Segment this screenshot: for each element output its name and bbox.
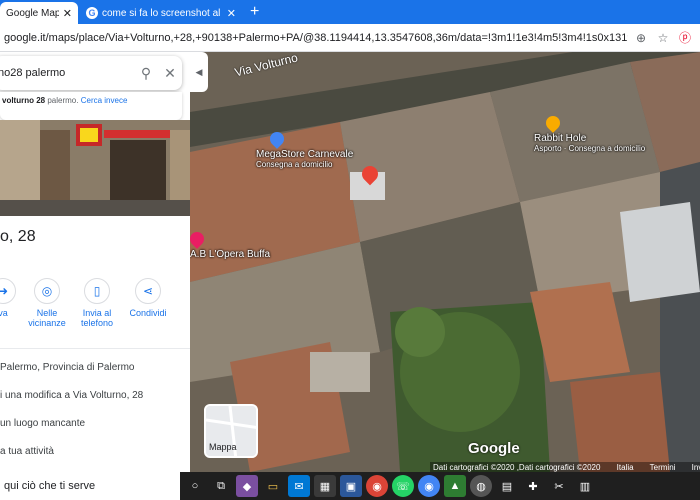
app-icon[interactable]: ◆ (236, 475, 258, 497)
hotel-pin-icon (190, 229, 207, 249)
url-host: google.it (4, 31, 46, 44)
tab-google-maps[interactable]: Google Maps ✕ (0, 2, 78, 24)
mail-icon[interactable]: ✉ (288, 475, 310, 497)
whatsapp-icon[interactable]: ☏ (392, 475, 414, 497)
map-layer-toggle[interactable]: Mappa (204, 404, 258, 458)
share-icon: ⋖ (135, 278, 161, 304)
close-icon[interactable]: ✕ (63, 7, 72, 20)
suggest-edit-row[interactable]: i una modifica a Via Volturno, 28 (0, 390, 143, 401)
action-label: Condividi (129, 308, 167, 318)
search-suggestion: volturno 28 palermo. Cerca invece (0, 92, 182, 120)
poi-megastore[interactable]: MegaStore Carnevale Consegna a domicilio (256, 129, 354, 169)
suggestion-text: palermo. (45, 96, 79, 105)
tab-screenshot-search[interactable]: G come si fa lo screenshot al comp ✕ (80, 2, 242, 24)
food-pin-icon (543, 113, 563, 133)
map-attribution: Dati cartografici ©2020 ,Dati cartografi… (430, 462, 700, 472)
nearby-button[interactable]: ◎ Nelle vicinanze (22, 278, 72, 328)
attribution-text: Dati cartografici ©2020 ,Dati cartografi… (433, 463, 601, 472)
layer-label: Mappa (209, 442, 237, 452)
search-input[interactable]: no28 palermo (0, 67, 134, 79)
file-explorer-icon[interactable]: ▭ (262, 475, 284, 497)
bookmark-star-icon[interactable]: ☆ (654, 29, 672, 47)
poi-sub: Consegna a domicilio (256, 160, 333, 169)
url-path: /maps/place/Via+Volturno,+28,+90138+Pale… (45, 31, 628, 44)
tray-icon[interactable]: ▥ (574, 475, 596, 497)
search-icon[interactable]: ⚲ (134, 65, 158, 82)
send-to-phone-button[interactable]: ▯ Invia al telefono (72, 278, 122, 328)
poi-opera-buffa[interactable]: A.B L'Opera Buffa (190, 229, 271, 260)
divider (0, 348, 190, 349)
google-favicon-icon: G (86, 7, 98, 19)
search-box[interactable]: no28 palermo ⚲ ✕ (0, 56, 182, 90)
add-missing-place-row[interactable]: un luogo mancante (0, 418, 85, 429)
satellite-imagery (190, 52, 700, 472)
share-button[interactable]: ⋖ Condividi (123, 278, 173, 318)
store-icon[interactable]: ▦ (314, 475, 336, 497)
poi-name: MegaStore Carnevale (256, 149, 354, 160)
taskbar-search-input[interactable]: qui ciò che ti serve (0, 472, 180, 500)
close-icon[interactable]: ✕ (227, 7, 236, 20)
pinterest-icon[interactable]: ⓟ (676, 29, 694, 47)
photos-icon[interactable]: ▣ (340, 475, 362, 497)
tray-icon[interactable]: ▤ (496, 475, 518, 497)
poi-name: Rabbit Hole (534, 133, 587, 144)
browser-icon[interactable]: ◍ (470, 475, 492, 497)
chrome-icon[interactable]: ◉ (366, 475, 388, 497)
street-photo (0, 120, 190, 216)
place-photo[interactable] (0, 120, 190, 216)
satellite-map[interactable]: ◀ Via Volturno MegaStore Carnevale Conse… (190, 52, 700, 472)
translate-icon[interactable]: ⊕ (632, 29, 650, 47)
close-icon[interactable]: ✕ (158, 65, 182, 82)
place-actions: ➜ va ◎ Nelle vicinanze ▯ Invia al telefo… (0, 278, 190, 338)
shield-icon[interactable]: ▲ (444, 475, 466, 497)
tray-icon[interactable]: ✚ (522, 475, 544, 497)
url-field[interactable]: google.it/maps/place/Via+Volturno,+28,+9… (0, 32, 628, 44)
send-to-phone-icon: ▯ (84, 278, 110, 304)
taskbar: qui ciò che ti serve ○ ⧉ ◆ ▭ ✉ ▦ ▣ ◉ ☏ ◉… (0, 472, 700, 500)
address-row[interactable]: Palermo, Provincia di Palermo (0, 362, 135, 373)
new-tab-button[interactable]: + (250, 2, 259, 22)
google-logo: Google (468, 440, 520, 457)
search-instead-link[interactable]: Cerca invece (81, 96, 128, 105)
tab-label: Google Maps (6, 7, 59, 19)
suggestion-bold: volturno 28 (2, 96, 46, 105)
directions-icon: ➜ (0, 278, 16, 304)
address-bar: google.it/maps/place/Via+Volturno,+28,+9… (0, 24, 700, 52)
action-label: va (0, 308, 8, 318)
task-view-icon[interactable]: ⧉ (210, 475, 232, 497)
tray-icon[interactable]: ✂ (548, 475, 570, 497)
action-label: Invia al telefono (80, 308, 114, 328)
poi-rabbit-hole[interactable]: Rabbit Hole Asporto · Consegna a domicil… (534, 113, 646, 153)
collapse-panel-button[interactable]: ◀ (190, 52, 208, 92)
country-link[interactable]: Italia (617, 463, 634, 472)
terms-link[interactable]: Termini (650, 463, 676, 472)
tab-label: come si fa lo screenshot al comp (102, 7, 223, 19)
feedback-link[interactable]: Invia feedback (692, 463, 700, 472)
browser-tab-strip: Google Maps ✕ G come si fa lo screenshot… (0, 0, 700, 24)
cortana-icon[interactable]: ○ (184, 475, 206, 497)
shopping-pin-icon (267, 129, 287, 149)
place-panel: no28 palermo ⚲ ✕ volturno 28 palermo. Ce… (0, 52, 190, 472)
add-business-row[interactable]: a tua attività (0, 446, 54, 457)
chrome-active-icon[interactable]: ◉ (418, 475, 440, 497)
place-title: o, 28 (0, 228, 36, 245)
action-label: Nelle vicinanze (28, 308, 66, 328)
poi-name: A.B L'Opera Buffa (190, 249, 271, 260)
nearby-icon: ◎ (34, 278, 60, 304)
poi-sub: Asporto · Consegna a domicilio (534, 144, 646, 153)
